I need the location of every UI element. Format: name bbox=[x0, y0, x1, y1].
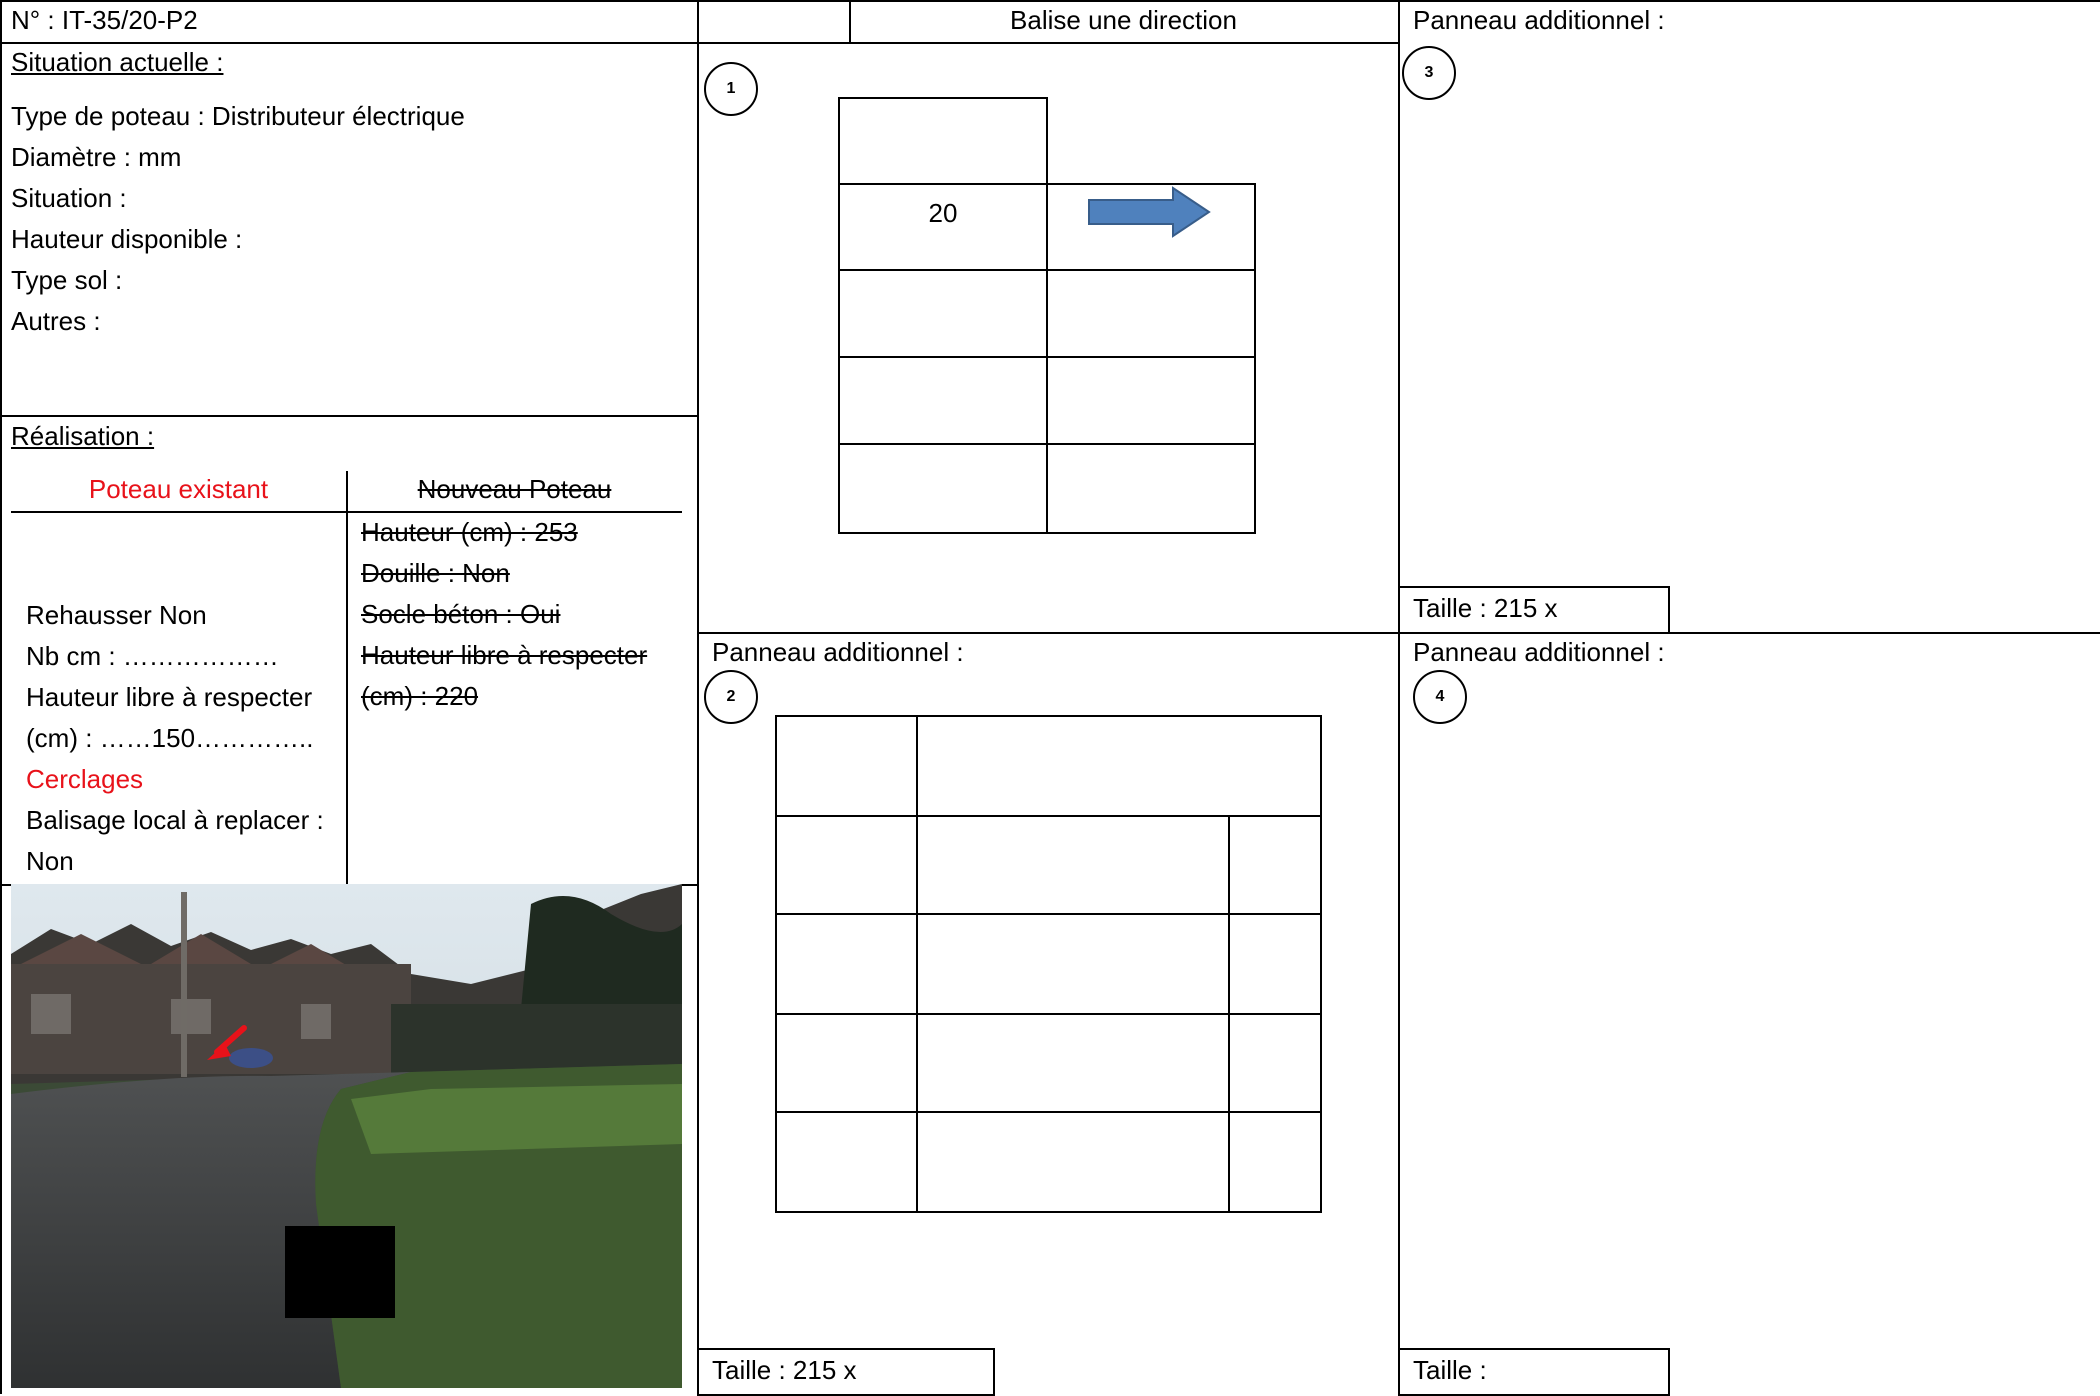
divider-left-center bbox=[697, 0, 699, 1394]
sign-cell bbox=[916, 715, 1322, 817]
column-existing-post: Poteau existant bbox=[88, 474, 269, 504]
sign-cell bbox=[1228, 913, 1322, 1015]
sign-cell bbox=[916, 913, 1230, 1015]
panel4-title: Panneau additionnel : bbox=[1413, 637, 1665, 667]
existing-line: Non bbox=[26, 846, 74, 876]
sign-cell bbox=[775, 815, 918, 915]
situation-line: Autres : bbox=[11, 306, 101, 336]
sign-cell bbox=[775, 1013, 918, 1113]
new-line: Hauteur (cm) : 253 bbox=[361, 517, 578, 547]
new-line: Douille : Non bbox=[361, 558, 510, 588]
existing-line: Balisage local à replacer : bbox=[26, 805, 324, 835]
existing-line: Rehausser Non bbox=[26, 600, 207, 630]
column-new-post: Nouveau Poteau bbox=[417, 474, 612, 504]
sign-cell bbox=[916, 815, 1230, 915]
situation-line: Type de poteau : Distributeur électrique bbox=[11, 101, 465, 131]
divider-center-right bbox=[1398, 0, 1400, 1394]
site-photo bbox=[11, 884, 682, 1388]
sign-cell bbox=[916, 1013, 1230, 1113]
situation-line: Situation : bbox=[11, 183, 127, 213]
situation-line: Diamètre : mm bbox=[11, 142, 182, 172]
sign-cell bbox=[1046, 269, 1256, 358]
new-line: Hauteur libre à respecter bbox=[361, 640, 648, 670]
panel2-title: Panneau additionnel : bbox=[712, 637, 964, 667]
sign-cell bbox=[1228, 815, 1322, 915]
existing-line-cerclages: Cerclages bbox=[26, 764, 144, 794]
sign-cell bbox=[775, 1111, 918, 1213]
right-arrow-icon bbox=[1088, 186, 1211, 238]
panel3-title: Panneau additionnel : bbox=[1413, 5, 1665, 35]
reference-number: N° : IT-35/20-P2 bbox=[11, 5, 198, 35]
new-line: (cm) : 220 bbox=[361, 681, 479, 711]
sign-cell bbox=[838, 97, 1048, 185]
situation-line: Type sol : bbox=[11, 265, 123, 295]
sign-cell bbox=[775, 715, 918, 817]
existing-line: Hauteur libre à respecter bbox=[26, 682, 313, 712]
panel1-number-badge: 1 bbox=[704, 62, 758, 116]
sign-cell bbox=[1046, 356, 1256, 445]
site-photo-illustration bbox=[11, 884, 682, 1388]
realisation-column-divider bbox=[346, 471, 348, 884]
left-border bbox=[0, 0, 2, 1394]
new-line: Socle béton : Oui bbox=[361, 599, 561, 629]
sign-cell bbox=[1046, 443, 1256, 534]
realisation-heading: Réalisation : bbox=[11, 421, 155, 451]
panel3-number-badge: 3 bbox=[1402, 46, 1456, 100]
existing-line: (cm) : ……150………….. bbox=[26, 723, 314, 753]
sign-cell bbox=[916, 1111, 1230, 1213]
panel2-size: Taille : 215 x bbox=[712, 1355, 857, 1385]
sign-cell bbox=[838, 356, 1048, 445]
sign-cell bbox=[775, 913, 918, 1015]
sign-cell bbox=[838, 443, 1048, 534]
existing-line: Nb cm : ……………… bbox=[26, 641, 279, 671]
balise-title: Balise une direction bbox=[1010, 5, 1237, 35]
situation-line: Hauteur disponible : bbox=[11, 224, 243, 254]
situation-heading: Situation actuelle : bbox=[11, 47, 224, 77]
sign-cell bbox=[1228, 1111, 1322, 1213]
sign-cell bbox=[1228, 1013, 1322, 1113]
sign-distance-value: 20 bbox=[928, 198, 958, 228]
panel3-size: Taille : 215 x bbox=[1413, 593, 1558, 623]
panel2-number-badge: 2 bbox=[704, 670, 758, 724]
sign-cell bbox=[838, 269, 1048, 358]
panel4-number-badge: 4 bbox=[1413, 670, 1467, 724]
panel4-size: Taille : bbox=[1413, 1355, 1487, 1385]
